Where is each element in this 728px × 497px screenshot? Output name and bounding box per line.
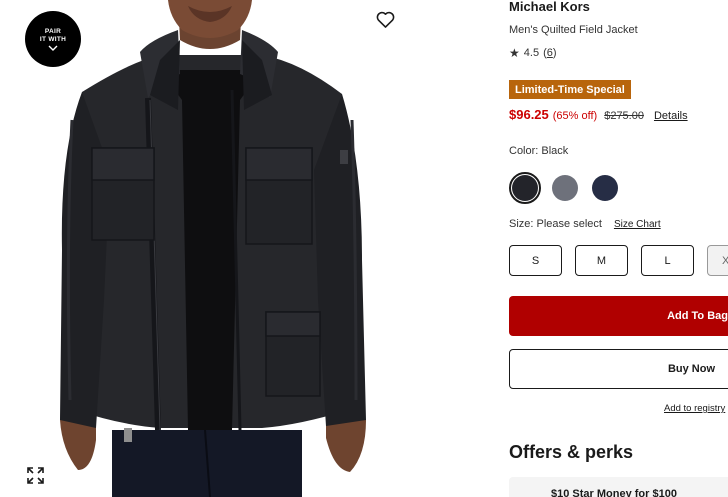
rating-count[interactable]: 6 — [547, 47, 553, 59]
size-button-l[interactable]: L — [641, 245, 694, 276]
product-page: PAIR IT WITH Michael Kors Men's Quilted … — [0, 0, 728, 497]
color-label: Color: Black — [509, 145, 569, 157]
size-button-m[interactable]: M — [575, 245, 628, 276]
size-chart-link[interactable]: Size Chart — [614, 219, 661, 230]
offers-heading: Offers & perks — [509, 442, 634, 462]
rating-value: 4.5 — [523, 47, 540, 59]
brand-name[interactable]: Michael Kors — [509, 0, 590, 14]
color-swatch-navy[interactable] — [589, 172, 621, 204]
offer-card[interactable]: $10 Star Money for $100 — [509, 477, 728, 497]
star-icon: ★ — [509, 46, 520, 60]
color-swatch-gray[interactable] — [549, 172, 581, 204]
expand-image-button[interactable] — [24, 464, 46, 486]
discount-percent: (65% off) — [552, 110, 598, 122]
size-row: Size: Please select Size Chart — [509, 218, 661, 230]
product-name: Men's Quilted Field Jacket — [509, 24, 638, 36]
rating-count-wrapper: (6) — [543, 47, 557, 59]
swatch-fill — [512, 175, 538, 201]
pair-it-with-button[interactable]: PAIR IT WITH — [25, 11, 81, 67]
offer-text: $10 Star Money for $100 — [551, 488, 677, 497]
product-photo[interactable] — [0, 0, 410, 497]
product-details-panel: Michael Kors Men's Quilted Field Jacket … — [509, 0, 728, 497]
size-button-x[interactable]: X — [707, 245, 728, 276]
chevron-down-icon — [48, 45, 58, 51]
size-label: Size: Please select — [509, 218, 602, 230]
pair-it-with-label: PAIR IT WITH — [33, 28, 73, 44]
price-details-link[interactable]: Details — [654, 110, 688, 122]
swatch-fill — [592, 175, 618, 201]
buy-now-button[interactable]: Buy Now — [509, 349, 728, 389]
promo-badge: Limited-Time Special — [509, 80, 631, 99]
original-price: $275.00 — [604, 110, 644, 122]
size-button-s[interactable]: S — [509, 245, 562, 276]
pair-label-line2: IT WITH — [39, 35, 67, 43]
color-swatch-black[interactable] — [509, 172, 541, 204]
wishlist-button[interactable] — [373, 8, 397, 30]
size-options: S M L X — [509, 245, 728, 276]
expand-icon — [26, 466, 44, 484]
add-to-registry-link[interactable]: Add to registry — [664, 403, 725, 414]
swatch-fill — [552, 175, 578, 201]
heart-icon — [376, 11, 394, 28]
pair-label-line1: PAIR — [44, 27, 62, 35]
product-image-area: PAIR IT WITH — [0, 0, 410, 497]
rating-row[interactable]: ★ 4.5 (6) — [509, 46, 557, 60]
sale-price: $96.25 — [509, 107, 549, 122]
price-row: $96.25 (65% off) $275.00 Details — [509, 107, 688, 122]
add-to-bag-button[interactable]: Add To Bag — [509, 296, 728, 336]
color-swatches — [509, 172, 629, 204]
